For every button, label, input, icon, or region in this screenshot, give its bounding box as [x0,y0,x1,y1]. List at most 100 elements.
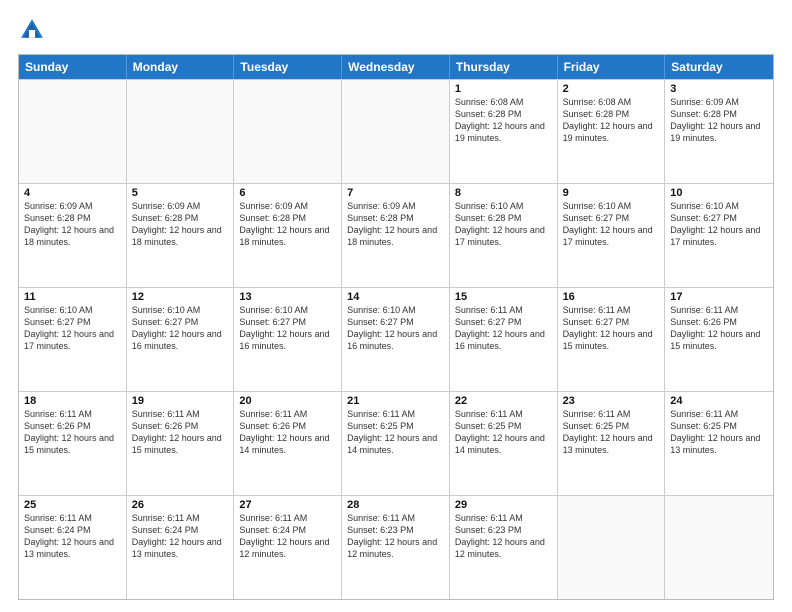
calendar-cell [234,80,342,183]
day-info: Sunrise: 6:09 AM Sunset: 6:28 PM Dayligh… [670,96,768,145]
day-number: 25 [24,499,121,511]
day-number: 13 [239,291,336,303]
day-number: 23 [563,395,660,407]
day-info: Sunrise: 6:11 AM Sunset: 6:25 PM Dayligh… [563,408,660,457]
day-info: Sunrise: 6:10 AM Sunset: 6:27 PM Dayligh… [347,304,444,353]
day-number: 18 [24,395,121,407]
day-number: 27 [239,499,336,511]
day-info: Sunrise: 6:11 AM Sunset: 6:23 PM Dayligh… [347,512,444,561]
day-number: 29 [455,499,552,511]
calendar-cell: 5Sunrise: 6:09 AM Sunset: 6:28 PM Daylig… [127,184,235,287]
day-number: 15 [455,291,552,303]
day-info: Sunrise: 6:09 AM Sunset: 6:28 PM Dayligh… [132,200,229,249]
day-info: Sunrise: 6:10 AM Sunset: 6:28 PM Dayligh… [455,200,552,249]
day-number: 24 [670,395,768,407]
day-info: Sunrise: 6:11 AM Sunset: 6:27 PM Dayligh… [455,304,552,353]
header [18,16,774,44]
day-info: Sunrise: 6:11 AM Sunset: 6:26 PM Dayligh… [132,408,229,457]
calendar-week-row: 25Sunrise: 6:11 AM Sunset: 6:24 PM Dayli… [19,495,773,599]
calendar-cell [342,80,450,183]
logo-icon [18,16,46,44]
calendar-cell: 18Sunrise: 6:11 AM Sunset: 6:26 PM Dayli… [19,392,127,495]
calendar-cell [558,496,666,599]
page: SundayMondayTuesdayWednesdayThursdayFrid… [0,0,792,612]
calendar-cell: 14Sunrise: 6:10 AM Sunset: 6:27 PM Dayli… [342,288,450,391]
calendar-cell: 4Sunrise: 6:09 AM Sunset: 6:28 PM Daylig… [19,184,127,287]
day-info: Sunrise: 6:08 AM Sunset: 6:28 PM Dayligh… [455,96,552,145]
day-number: 8 [455,187,552,199]
calendar-header-cell: Friday [558,55,666,79]
day-number: 2 [563,83,660,95]
day-number: 28 [347,499,444,511]
calendar-cell: 3Sunrise: 6:09 AM Sunset: 6:28 PM Daylig… [665,80,773,183]
calendar-cell: 11Sunrise: 6:10 AM Sunset: 6:27 PM Dayli… [19,288,127,391]
calendar-cell: 2Sunrise: 6:08 AM Sunset: 6:28 PM Daylig… [558,80,666,183]
day-info: Sunrise: 6:10 AM Sunset: 6:27 PM Dayligh… [24,304,121,353]
calendar-cell: 13Sunrise: 6:10 AM Sunset: 6:27 PM Dayli… [234,288,342,391]
day-info: Sunrise: 6:11 AM Sunset: 6:26 PM Dayligh… [670,304,768,353]
calendar-cell: 15Sunrise: 6:11 AM Sunset: 6:27 PM Dayli… [450,288,558,391]
calendar-cell: 8Sunrise: 6:10 AM Sunset: 6:28 PM Daylig… [450,184,558,287]
day-info: Sunrise: 6:11 AM Sunset: 6:25 PM Dayligh… [455,408,552,457]
day-number: 12 [132,291,229,303]
day-info: Sunrise: 6:11 AM Sunset: 6:24 PM Dayligh… [132,512,229,561]
day-number: 1 [455,83,552,95]
day-number: 16 [563,291,660,303]
calendar-cell: 25Sunrise: 6:11 AM Sunset: 6:24 PM Dayli… [19,496,127,599]
day-number: 14 [347,291,444,303]
calendar: SundayMondayTuesdayWednesdayThursdayFrid… [18,54,774,600]
day-info: Sunrise: 6:08 AM Sunset: 6:28 PM Dayligh… [563,96,660,145]
calendar-header-row: SundayMondayTuesdayWednesdayThursdayFrid… [19,55,773,79]
calendar-header-cell: Monday [127,55,235,79]
day-info: Sunrise: 6:11 AM Sunset: 6:23 PM Dayligh… [455,512,552,561]
day-number: 10 [670,187,768,199]
day-number: 20 [239,395,336,407]
day-info: Sunrise: 6:11 AM Sunset: 6:25 PM Dayligh… [347,408,444,457]
calendar-cell: 10Sunrise: 6:10 AM Sunset: 6:27 PM Dayli… [665,184,773,287]
day-number: 11 [24,291,121,303]
calendar-header-cell: Thursday [450,55,558,79]
day-info: Sunrise: 6:11 AM Sunset: 6:24 PM Dayligh… [24,512,121,561]
calendar-cell [19,80,127,183]
calendar-cell [127,80,235,183]
day-info: Sunrise: 6:11 AM Sunset: 6:24 PM Dayligh… [239,512,336,561]
calendar-cell [665,496,773,599]
day-number: 4 [24,187,121,199]
calendar-header-cell: Tuesday [234,55,342,79]
day-number: 26 [132,499,229,511]
day-number: 7 [347,187,444,199]
day-info: Sunrise: 6:10 AM Sunset: 6:27 PM Dayligh… [563,200,660,249]
day-info: Sunrise: 6:11 AM Sunset: 6:25 PM Dayligh… [670,408,768,457]
calendar-cell: 9Sunrise: 6:10 AM Sunset: 6:27 PM Daylig… [558,184,666,287]
calendar-cell: 7Sunrise: 6:09 AM Sunset: 6:28 PM Daylig… [342,184,450,287]
calendar-cell: 26Sunrise: 6:11 AM Sunset: 6:24 PM Dayli… [127,496,235,599]
day-number: 3 [670,83,768,95]
calendar-body: 1Sunrise: 6:08 AM Sunset: 6:28 PM Daylig… [19,79,773,599]
day-number: 5 [132,187,229,199]
calendar-cell: 23Sunrise: 6:11 AM Sunset: 6:25 PM Dayli… [558,392,666,495]
day-number: 6 [239,187,336,199]
calendar-week-row: 1Sunrise: 6:08 AM Sunset: 6:28 PM Daylig… [19,79,773,183]
calendar-week-row: 4Sunrise: 6:09 AM Sunset: 6:28 PM Daylig… [19,183,773,287]
day-number: 19 [132,395,229,407]
day-info: Sunrise: 6:11 AM Sunset: 6:26 PM Dayligh… [239,408,336,457]
day-info: Sunrise: 6:10 AM Sunset: 6:27 PM Dayligh… [670,200,768,249]
day-info: Sunrise: 6:09 AM Sunset: 6:28 PM Dayligh… [239,200,336,249]
calendar-cell: 22Sunrise: 6:11 AM Sunset: 6:25 PM Dayli… [450,392,558,495]
day-info: Sunrise: 6:09 AM Sunset: 6:28 PM Dayligh… [347,200,444,249]
day-info: Sunrise: 6:11 AM Sunset: 6:26 PM Dayligh… [24,408,121,457]
day-info: Sunrise: 6:09 AM Sunset: 6:28 PM Dayligh… [24,200,121,249]
calendar-cell: 6Sunrise: 6:09 AM Sunset: 6:28 PM Daylig… [234,184,342,287]
calendar-week-row: 18Sunrise: 6:11 AM Sunset: 6:26 PM Dayli… [19,391,773,495]
day-number: 9 [563,187,660,199]
calendar-week-row: 11Sunrise: 6:10 AM Sunset: 6:27 PM Dayli… [19,287,773,391]
logo [18,16,50,44]
calendar-cell: 17Sunrise: 6:11 AM Sunset: 6:26 PM Dayli… [665,288,773,391]
calendar-cell: 20Sunrise: 6:11 AM Sunset: 6:26 PM Dayli… [234,392,342,495]
day-number: 21 [347,395,444,407]
calendar-cell: 28Sunrise: 6:11 AM Sunset: 6:23 PM Dayli… [342,496,450,599]
calendar-header-cell: Sunday [19,55,127,79]
calendar-cell: 27Sunrise: 6:11 AM Sunset: 6:24 PM Dayli… [234,496,342,599]
calendar-header-cell: Wednesday [342,55,450,79]
day-info: Sunrise: 6:11 AM Sunset: 6:27 PM Dayligh… [563,304,660,353]
